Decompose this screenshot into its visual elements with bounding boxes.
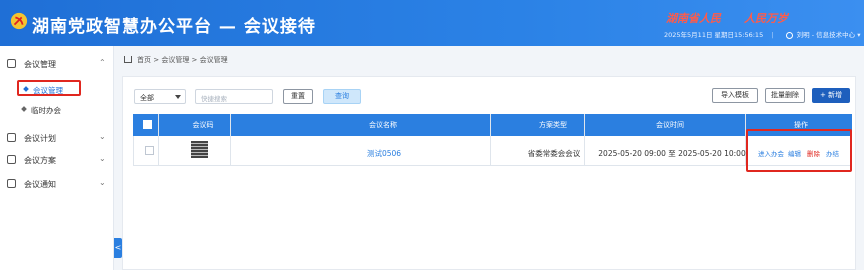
row-checkbox[interactable] (145, 146, 154, 155)
slogan-right: 人民万岁 (744, 12, 788, 25)
table-row: 测试0506 省委常委会会议 2025-05-20 09:00 至 2025-0… (133, 136, 852, 166)
sidebar-item-meeting-manage[interactable]: 会议管理 (17, 80, 81, 96)
select-all-checkbox[interactable] (143, 120, 152, 129)
main-panel: 全部 快捷搜索 重置 查询 导入模板 批量删除 + 新增 会议码 会议名称 方案… (122, 76, 856, 270)
search-input[interactable]: 快捷搜索 (195, 89, 273, 104)
sidebar-group-plan[interactable]: 会议计划 ⌄ (0, 128, 114, 148)
divider: | (771, 31, 774, 39)
sidebar-group-scheme[interactable]: 会议方案 ⌄ (0, 150, 114, 170)
col-meeting-time: 会议时间 (656, 121, 684, 129)
sidebar-group-label: 会议方案 (24, 156, 56, 165)
sidebar-group-notice[interactable]: 会议通知 ⌄ (0, 174, 114, 194)
import-template-button[interactable]: 导入模板 (712, 88, 758, 103)
select-value: 全部 (140, 94, 154, 102)
batch-delete-button[interactable]: 批量删除 (765, 88, 805, 103)
scheme-icon (7, 155, 16, 164)
home-icon[interactable] (124, 56, 132, 63)
sidebar-item-label: 会议管理 (33, 86, 63, 95)
user-name[interactable]: 刘明 - 信息技术中心 (797, 31, 855, 39)
chevron-down-icon: ⌄ (99, 132, 106, 141)
sidebar: 会议管理 ⌃ 会议管理 临时办会 会议计划 ⌄ 会议方案 ⌄ 会议通知 ⌄ (0, 46, 114, 270)
chevron-up-icon: ⌃ (99, 58, 106, 67)
col-meeting-code: 会议码 (192, 121, 214, 129)
meeting-time-value: 2025-05-20 09:00 至 2025-05-20 10:00 (598, 149, 746, 158)
datetime-text: 2025年5月11日 星期日15:56:15 (664, 31, 764, 39)
sidebar-item-label: 临时办会 (31, 106, 61, 115)
plan-icon (7, 133, 16, 142)
notice-icon (7, 179, 16, 188)
chevron-down-icon: ⌄ (99, 178, 106, 187)
slogan-left: 湖南省人民 (666, 12, 721, 25)
meeting-icon (7, 59, 16, 68)
add-button[interactable]: + 新增 (812, 88, 850, 103)
user-icon (785, 31, 793, 39)
sidebar-group-meeting-manage[interactable]: 会议管理 ⌃ (0, 54, 114, 74)
sidebar-group-label: 会议计划 (24, 134, 56, 143)
breadcrumb: 首页 > 会议管理 > 会议管理 (124, 55, 228, 65)
col-meeting-name: 会议名称 (369, 121, 397, 129)
bullet-icon (21, 106, 27, 112)
sidebar-collapse-button[interactable]: < (114, 238, 122, 258)
breadcrumb-text: 首页 > 会议管理 > 会议管理 (137, 56, 228, 64)
chevron-down-icon: ⌄ (99, 154, 106, 163)
status-select[interactable]: 全部 (134, 89, 186, 104)
caret-down-icon (175, 95, 181, 99)
actions-highlight-box (746, 129, 852, 172)
reset-button[interactable]: 重置 (283, 89, 313, 104)
header-meta: 2025年5月11日 星期日15:56:15 | 刘明 - 信息技术中心 ▾ (664, 29, 860, 39)
bullet-icon (23, 86, 29, 92)
sidebar-item-temp-meeting[interactable]: 临时办会 (17, 102, 81, 118)
sidebar-group-label: 会议管理 (24, 60, 56, 69)
party-emblem-icon (10, 12, 28, 30)
query-button[interactable]: 查询 (323, 89, 361, 104)
meeting-name-link[interactable]: 测试0506 (324, 148, 444, 159)
qr-code-icon[interactable] (191, 141, 208, 158)
chevron-down-icon[interactable]: ▾ (857, 31, 860, 39)
sidebar-group-label: 会议通知 (24, 180, 56, 189)
col-scheme-type: 方案类型 (539, 121, 567, 129)
app-header: 湖南党政智慧办公平台 — 会议接待 湖南省人民 人民万岁 2025年5月11日 … (0, 0, 864, 46)
app-title: 湖南党政智慧办公平台 — 会议接待 (32, 17, 316, 37)
